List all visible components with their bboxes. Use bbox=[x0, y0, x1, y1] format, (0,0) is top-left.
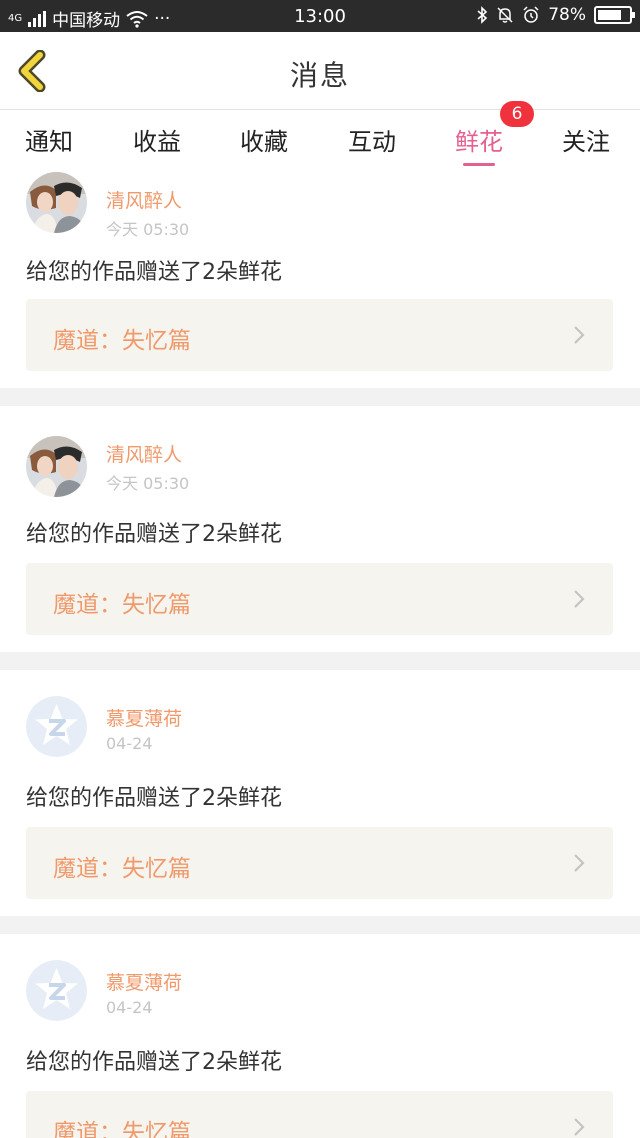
tab-favorites[interactable]: 收藏 bbox=[240, 122, 288, 157]
message-card: 慕夏薄荷 04-24 给您的作品赠送了2朵鲜花 魔道：失忆篇 bbox=[0, 670, 640, 916]
work-title: 魔道：失忆篇 bbox=[53, 1120, 191, 1138]
alarm-icon bbox=[523, 6, 539, 23]
bluetooth-icon bbox=[477, 6, 488, 24]
chevron-right-icon bbox=[574, 854, 585, 872]
sender-name[interactable]: 清风醉人 bbox=[106, 440, 182, 467]
tab-bar: 通知 收益 收藏 互动 鲜花 关注 bbox=[0, 110, 640, 170]
message-text: 给您的作品赠送了2朵鲜花 bbox=[26, 786, 282, 811]
tab-interactions[interactable]: 互动 bbox=[348, 122, 396, 157]
active-tab-indicator bbox=[463, 163, 495, 166]
work-link[interactable]: 魔道：失忆篇 bbox=[26, 563, 613, 635]
message-time: 今天 05:30 bbox=[106, 474, 190, 493]
message-list: 清风醉人 今天 05:30 给您的作品赠送了2朵鲜花 魔道：失忆篇 清风醉人 今… bbox=[0, 170, 640, 1138]
tab-earnings[interactable]: 收益 bbox=[133, 122, 181, 157]
tab-notifications[interactable]: 通知 bbox=[25, 122, 73, 157]
user-avatar[interactable] bbox=[26, 960, 87, 1021]
sender-name[interactable]: 慕夏薄荷 bbox=[106, 968, 182, 995]
status-bar: 4G 中国移动 ··· 13:00 78% bbox=[0, 0, 640, 32]
nav-header: 消息 bbox=[0, 32, 640, 110]
battery-icon bbox=[594, 6, 635, 24]
message-card: 清风醉人 今天 05:30 给您的作品赠送了2朵鲜花 魔道：失忆篇 bbox=[0, 406, 640, 652]
mute-bell-icon bbox=[497, 7, 513, 23]
chevron-right-icon bbox=[574, 1118, 585, 1136]
work-title: 魔道：失忆篇 bbox=[53, 592, 191, 618]
message-text: 给您的作品赠送了2朵鲜花 bbox=[26, 522, 282, 547]
tab-flowers[interactable]: 鲜花 bbox=[455, 122, 503, 166]
unread-badge: 6 bbox=[500, 101, 534, 127]
tab-follows[interactable]: 关注 bbox=[562, 122, 610, 157]
message-card: 清风醉人 今天 05:30 给您的作品赠送了2朵鲜花 魔道：失忆篇 bbox=[0, 170, 640, 388]
photo-avatar-icon bbox=[26, 172, 87, 233]
battery-percent: 78% bbox=[548, 5, 586, 25]
message-text: 给您的作品赠送了2朵鲜花 bbox=[26, 260, 282, 285]
page-title: 消息 bbox=[289, 59, 350, 92]
photo-avatar-icon bbox=[26, 436, 87, 497]
chevron-right-icon bbox=[574, 326, 585, 344]
user-avatar[interactable] bbox=[26, 172, 87, 233]
message-time: 04-24 bbox=[106, 734, 153, 753]
message-time: 今天 05:30 bbox=[106, 220, 190, 239]
sender-name[interactable]: 慕夏薄荷 bbox=[106, 704, 182, 731]
message-text: 给您的作品赠送了2朵鲜花 bbox=[26, 1050, 282, 1075]
message-time: 04-24 bbox=[106, 998, 153, 1017]
work-link[interactable]: 魔道：失忆篇 bbox=[26, 299, 613, 371]
user-avatar[interactable] bbox=[26, 436, 87, 497]
work-link[interactable]: 魔道：失忆篇 bbox=[26, 1091, 613, 1138]
sender-name[interactable]: 清风醉人 bbox=[106, 186, 182, 213]
user-avatar[interactable] bbox=[26, 696, 87, 757]
default-avatar-icon bbox=[26, 696, 87, 757]
work-title: 魔道：失忆篇 bbox=[53, 328, 191, 354]
chevron-right-icon bbox=[574, 590, 585, 608]
work-link[interactable]: 魔道：失忆篇 bbox=[26, 827, 613, 899]
default-avatar-icon bbox=[26, 960, 87, 1021]
message-card: 慕夏薄荷 04-24 给您的作品赠送了2朵鲜花 魔道：失忆篇 bbox=[0, 934, 640, 1138]
work-title: 魔道：失忆篇 bbox=[53, 856, 191, 882]
